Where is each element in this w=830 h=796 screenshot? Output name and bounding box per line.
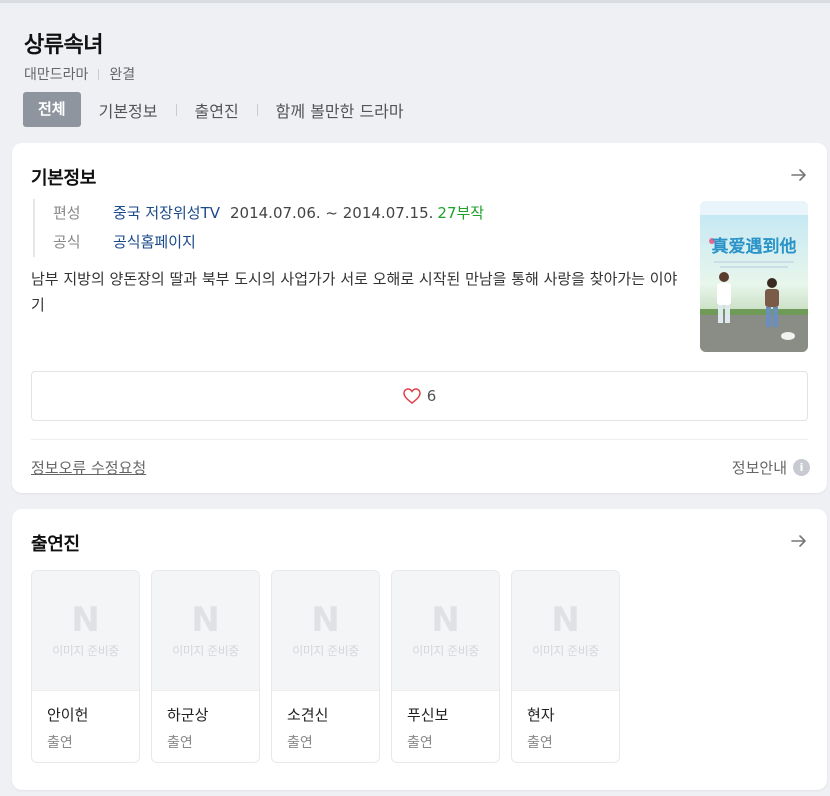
tab-cast[interactable]: 출연진 (195, 98, 239, 122)
arrow-right-icon[interactable] (790, 532, 808, 550)
cast-member-card[interactable]: N 이미지 준비중 현자 출연 (511, 570, 620, 763)
cast-role: 출연 (407, 735, 433, 751)
info-list: 편성 중국 저장위성TV 2014.07.06. ~ 2014.07.15. 2… (33, 199, 484, 257)
placeholder-logo: N (431, 600, 460, 640)
placeholder-logo: N (311, 600, 340, 640)
cast-name: 하군상 (167, 706, 209, 724)
genre-label: 대만드라마 (24, 67, 89, 83)
cast-member-card[interactable]: N 이미지 준비중 안이헌 출연 (31, 570, 140, 763)
top-border (0, 0, 830, 3)
arrow-right-icon[interactable] (790, 166, 808, 184)
tab-similar-dramas[interactable]: 함께 볼만한 드라마 (276, 98, 404, 122)
cast-photo-placeholder: N 이미지 준비중 (272, 571, 379, 691)
cast-photo-placeholder: N 이미지 준비중 (152, 571, 259, 691)
placeholder-text: 이미지 준비중 (412, 644, 479, 658)
placeholder-logo: N (191, 600, 220, 640)
cast-photo-placeholder: N 이미지 준비중 (512, 571, 619, 691)
placeholder-text: 이미지 준비중 (532, 644, 599, 658)
tab-bar: 전체 기본정보 출연진 함께 볼만한 드라마 (23, 92, 404, 127)
placeholder-logo: N (71, 600, 100, 640)
episode-count: 27부작 (437, 204, 485, 222)
cast-name: 안이헌 (47, 706, 89, 724)
broadcast-row: 편성 중국 저장위성TV 2014.07.06. ~ 2014.07.15. 2… (53, 199, 484, 228)
tab-basic-info[interactable]: 기본정보 (99, 98, 158, 122)
official-row: 공식 공식홈페이지 (53, 228, 484, 257)
cast-list: N 이미지 준비중 안이헌 출연 N 이미지 준비중 하군상 출연 N 이미지 … (31, 570, 631, 763)
page-title: 상류속녀 (24, 33, 103, 58)
info-guide-button[interactable]: 정보안내 i (732, 457, 810, 478)
cast-name: 현자 (527, 706, 555, 724)
broadcast-label: 편성 (53, 204, 81, 222)
placeholder-text: 이미지 준비중 (52, 644, 119, 658)
placeholder-logo: N (551, 600, 580, 640)
drama-poster[interactable]: 真爱遇到他 (700, 201, 808, 352)
synopsis: 남부 지방의 양돈장의 딸과 북부 도시의 사업가가 서로 오해로 시작된 만남… (31, 270, 678, 314)
cast-photo-placeholder: N 이미지 준비중 (392, 571, 499, 691)
tab-all[interactable]: 전체 (23, 92, 81, 127)
official-site-link[interactable]: 공식홈페이지 (113, 228, 196, 257)
cast-member-card[interactable]: N 이미지 준비중 푸신보 출연 (391, 570, 500, 763)
cast-member-card[interactable]: N 이미지 준비중 하군상 출연 (151, 570, 260, 763)
tab-divider (256, 103, 258, 116)
cast-title: 출연진 (31, 534, 80, 555)
broadcast-channel-link[interactable]: 중국 저장위성TV (113, 199, 220, 228)
tab-divider (175, 103, 177, 116)
cast-role: 출연 (167, 735, 193, 751)
cast-name: 소견신 (287, 706, 329, 724)
cast-name: 푸신보 (407, 706, 449, 724)
broadcast-dates: 2014.07.06. ~ 2014.07.15. (230, 204, 434, 222)
cast-role: 출연 (47, 735, 73, 751)
cast-photo-placeholder: N 이미지 준비중 (32, 571, 139, 691)
drama-meta: 대만드라마 완결 (24, 64, 135, 84)
like-count: 6 (426, 387, 437, 405)
info-icon: i (793, 459, 810, 476)
cast-card-section: 출연진 N 이미지 준비중 안이헌 출연 N 이미지 준비중 하군상 출연 N … (12, 509, 827, 790)
info-guide-label: 정보안내 (731, 459, 787, 477)
like-button[interactable]: 6 (31, 371, 808, 421)
status-label: 완결 (109, 67, 136, 83)
meta-divider (98, 68, 100, 80)
page-header: 상류속녀 (24, 27, 103, 59)
card-divider (31, 439, 808, 440)
placeholder-text: 이미지 준비중 (292, 644, 359, 658)
official-label: 공식 (53, 233, 81, 251)
basic-info-card: 기본정보 편성 중국 저장위성TV 2014.07.06. ~ 2014.07.… (12, 143, 827, 493)
cast-role: 출연 (527, 735, 553, 751)
placeholder-text: 이미지 준비중 (172, 644, 239, 658)
heart-icon (402, 388, 421, 404)
report-error-link[interactable]: 정보오류 수정요청 (31, 457, 146, 478)
poster-title: 真爱遇到他 (712, 236, 797, 257)
cast-member-card[interactable]: N 이미지 준비중 소견신 출연 (271, 570, 380, 763)
basic-info-title: 기본정보 (31, 168, 97, 189)
cast-role: 출연 (287, 735, 313, 751)
